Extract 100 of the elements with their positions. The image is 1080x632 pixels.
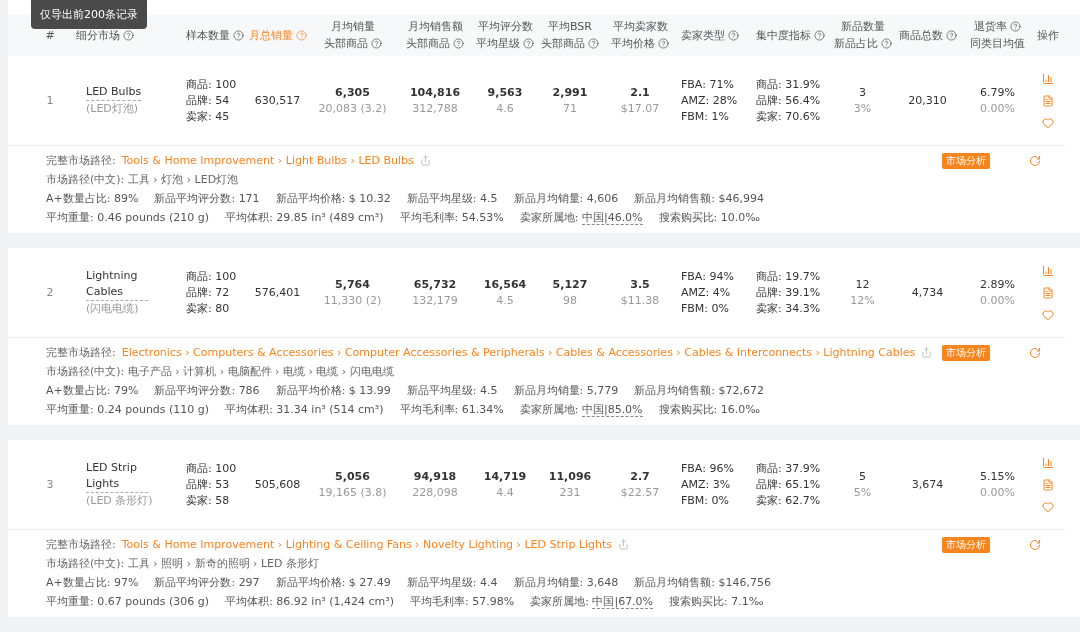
help-icon[interactable] (880, 38, 892, 50)
chart-icon[interactable] (1042, 264, 1054, 277)
cell-value: 3,674 (911, 476, 944, 493)
cell-value: 卖家: 62.7% (756, 492, 821, 509)
cell-value: 576,401 (254, 284, 301, 301)
market-path-link[interactable]: Tools & Home Improvement › Lighting & Ceiling Fans › Novelty Lighting › LED Strip Lights (121, 535, 613, 554)
cell-value: 商品: 31.9% (756, 76, 821, 93)
stat-text: 卖家所属地: 中国|46.0% (519, 210, 643, 227)
stat-text: 平均体积: 29.85 in³ (489 cm³) (225, 210, 384, 226)
column-header: 头部商品 (323, 36, 368, 53)
market-path-link[interactable]: Electronics › Computers & Accessories › Computer Accessories & Peripherals › Cables & Accessories › Cables & Interconnects › Lightning Cables (121, 343, 916, 362)
stat-text: 新品月均销售额: $146,756 (634, 575, 771, 591)
help-icon[interactable] (658, 38, 669, 50)
cell-value: 630,517 (254, 92, 301, 109)
cell-value: 商品: 37.9% (756, 460, 821, 477)
stat-text: 新品月均销量: 4,606 (513, 191, 619, 207)
cell-value: 14,719 (483, 468, 527, 485)
column-header: 卖家类型 (681, 27, 725, 44)
cell-value: 卖家: 70.6% (756, 108, 821, 125)
help-icon[interactable] (123, 29, 134, 41)
help-icon[interactable] (370, 38, 382, 50)
heart-icon[interactable] (1042, 308, 1054, 321)
row-number: 3 (46, 476, 54, 493)
chart-icon[interactable] (1042, 456, 1054, 469)
cell-value: FBM: 1% (681, 108, 730, 125)
stat-text: 平均重量: 0.46 pounds (210 g) (46, 210, 210, 226)
cell-value: 品牌: 53 (186, 476, 230, 493)
cell-subvalue: 20,083 (3.2) (318, 100, 387, 117)
cell-value: 6,305 (335, 84, 370, 101)
cell-subvalue: 4.4 (496, 484, 514, 501)
column-header: 平均评分数 (477, 19, 533, 36)
refresh-icon[interactable] (1029, 155, 1041, 167)
column-header: 退货率 (974, 19, 1007, 36)
cell-value: AMZ: 3% (681, 476, 731, 493)
cell-value: 卖家: 45 (186, 108, 230, 125)
cell-value: 卖家: 58 (186, 492, 230, 509)
share-icon[interactable] (618, 539, 630, 550)
analysis-badge[interactable]: 市场分析 (942, 536, 990, 553)
cell-subvalue: $11.38 (620, 292, 660, 309)
stat-text: 新品平均星级: 4.5 (406, 383, 498, 399)
help-icon[interactable] (523, 38, 534, 50)
stat-text: A+数量占比: 97% (46, 575, 139, 591)
cell-value: 16,564 (483, 276, 527, 293)
help-icon[interactable] (814, 29, 825, 41)
stat-text: 新品平均星级: 4.5 (406, 191, 498, 207)
refresh-icon[interactable] (1029, 347, 1041, 359)
market-name[interactable]: LED Strip Lights (86, 460, 148, 493)
document-icon[interactable] (1042, 478, 1054, 491)
cell-value: 品牌: 72 (186, 284, 230, 301)
tooltip: 仅导出前200条记录 (31, 0, 147, 29)
cell-value: 3.5 (630, 276, 650, 293)
analysis-badge[interactable]: 市场分析 (942, 344, 990, 361)
market-name[interactable]: LED Bulbs (86, 84, 142, 101)
path-label: 完整市场路径: (46, 153, 116, 169)
help-icon[interactable] (945, 29, 957, 41)
cell-value: 卖家: 34.3% (756, 300, 821, 317)
stat-text: 平均毛利率: 57.98% (410, 594, 515, 610)
cell-subvalue: 3% (853, 100, 872, 117)
share-icon[interactable] (921, 347, 933, 358)
document-icon[interactable] (1042, 286, 1054, 299)
help-icon[interactable] (453, 38, 464, 50)
cell-value: 3 (859, 84, 866, 101)
stat-text: 新品月均销量: 5,779 (513, 383, 619, 399)
cell-value: FBM: 0% (681, 492, 730, 509)
stat-text: 搜索购买比: 16.0‰ (658, 402, 761, 418)
heart-icon[interactable] (1042, 116, 1054, 129)
cell-subvalue: $22.57 (620, 484, 660, 501)
analysis-badge[interactable]: 市场分析 (942, 152, 990, 169)
cell-value: 94,918 (413, 468, 457, 485)
column-header: 月均销量 (330, 19, 375, 36)
share-icon[interactable] (419, 155, 431, 166)
stat-text: 卖家所属地: 中国|85.0% (519, 402, 643, 419)
cell-value: 65,732 (413, 276, 457, 293)
help-icon[interactable] (233, 29, 244, 41)
help-icon[interactable] (728, 29, 739, 41)
document-icon[interactable] (1042, 94, 1054, 107)
path-label: 完整市场路径: (46, 345, 116, 361)
stat-text: 搜索购买比: 7.1‰ (669, 594, 764, 610)
cell-value: 品牌: 56.4% (756, 92, 821, 109)
column-header: 同类目均值 (970, 36, 1025, 53)
cell-value: 6.79% (980, 84, 1015, 101)
heart-icon[interactable] (1042, 500, 1054, 513)
stat-text: 平均重量: 0.24 pounds (110 g) (46, 402, 210, 418)
cell-value: AMZ: 4% (681, 284, 731, 301)
help-icon[interactable] (588, 38, 599, 50)
stat-text: 新品平均价格: $ 10.32 (275, 191, 391, 207)
cell-subvalue: 71 (563, 100, 577, 117)
stat-text: 平均毛利率: 61.34% (399, 402, 504, 418)
help-icon[interactable] (295, 29, 307, 41)
cell-value: 104,816 (409, 84, 461, 101)
help-icon[interactable] (1010, 21, 1021, 33)
refresh-icon[interactable] (1029, 539, 1041, 551)
column-header: 样本数量 (186, 27, 230, 44)
cell-value: 商品: 19.7% (756, 268, 821, 285)
cell-value: 5.15% (980, 468, 1015, 485)
chart-icon[interactable] (1042, 72, 1054, 85)
market-path-link[interactable]: Tools & Home Improvement › Light Bulbs › LED Bulbs (121, 151, 414, 170)
stat-text: 新品平均价格: $ 27.49 (275, 575, 391, 591)
cell-value: 2.89% (980, 276, 1015, 293)
market-name[interactable]: Lightning Cables (86, 268, 148, 301)
